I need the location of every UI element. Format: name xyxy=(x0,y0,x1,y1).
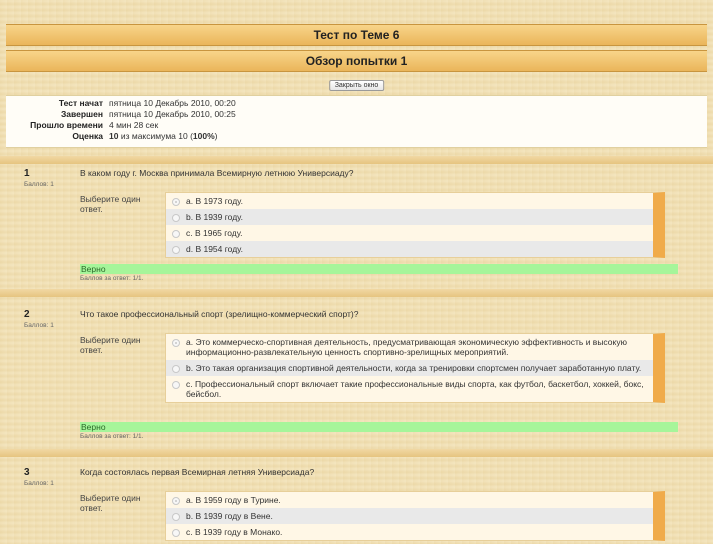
grade-tail: ) xyxy=(214,131,218,141)
answer-score: Баллов за ответ: 1/1. xyxy=(80,275,144,282)
answer-option[interactable]: a. В 1959 году в Турине. xyxy=(166,492,653,508)
answer-options: a. В 1973 году. b. В 1939 году. c. В 196… xyxy=(165,192,665,258)
answer-prompt: Выберите один ответ. xyxy=(80,335,141,355)
radio-selected-icon[interactable] xyxy=(172,497,180,505)
summary-value: пятница 10 Декабрь 2010, 00:25 xyxy=(109,109,236,119)
option-label: c. В 1965 году. xyxy=(186,228,243,238)
summary-row: Прошло времени 4 мин 28 сек xyxy=(6,120,239,131)
question-number: 3 xyxy=(24,467,30,478)
answer-prompt: Выберите один ответ. xyxy=(80,194,141,214)
question-points: Баллов: 1 xyxy=(24,480,54,487)
answer-option[interactable]: a. В 1973 году. xyxy=(166,193,653,209)
answer-options: a. В 1959 году в Турине. b. В 1939 году … xyxy=(165,491,665,541)
summary-key: Прошло времени xyxy=(30,120,103,130)
radio-icon[interactable] xyxy=(172,529,180,537)
quiz-title: Тест по Теме 6 xyxy=(313,28,400,42)
separator xyxy=(0,449,713,457)
summary-row: Тест начат пятница 10 Декабрь 2010, 00:2… xyxy=(6,98,239,109)
answer-option[interactable]: a. Это коммерческо-спортивная деятельнос… xyxy=(166,334,653,360)
question-text: Что такое профессиональный спорт (зрелищ… xyxy=(80,309,359,319)
question-number: 2 xyxy=(24,309,30,320)
grade-value: 10 из максимума 10 (100%) xyxy=(106,131,239,142)
answer-options: a. Это коммерческо-спортивная деятельнос… xyxy=(165,333,665,403)
option-label: b. Это такая организация спортивной деят… xyxy=(186,363,642,373)
answer-option[interactable]: c. Профессиональный спорт включает такие… xyxy=(166,376,653,402)
answer-option[interactable]: c. В 1965 году. xyxy=(166,225,653,241)
answer-option[interactable]: b. Это такая организация спортивной деят… xyxy=(166,360,653,376)
question-points: Баллов: 1 xyxy=(24,181,54,188)
radio-selected-icon[interactable] xyxy=(172,198,180,206)
answer-prompt: Выберите один ответ. xyxy=(80,493,141,513)
grade-percent: 100% xyxy=(192,131,215,141)
option-label: d. В 1954 году. xyxy=(186,244,243,254)
quiz-title-bar: Тест по Теме 6 xyxy=(6,24,707,46)
radio-icon[interactable] xyxy=(172,214,180,222)
separator xyxy=(0,289,713,297)
option-label: a. В 1973 году. xyxy=(186,196,243,206)
question-number: 1 xyxy=(24,168,30,179)
summary-row-grade: Оценка 10 из максимума 10 (100%) xyxy=(6,131,239,142)
option-label: b. В 1939 году. xyxy=(186,212,243,222)
summary-table: Тест начат пятница 10 Декабрь 2010, 00:2… xyxy=(6,98,239,142)
summary-key: Завершен xyxy=(60,109,103,119)
option-label: a. В 1959 году в Турине. xyxy=(186,495,281,505)
radio-icon[interactable] xyxy=(172,246,180,254)
grade-mid: из максимума 10 ( xyxy=(120,131,193,141)
answer-option[interactable]: d. В 1954 году. xyxy=(166,241,653,257)
option-label: a. Это коммерческо-спортивная деятельнос… xyxy=(186,337,627,357)
verdict-correct: Верно xyxy=(80,422,678,432)
answer-score: Баллов за ответ: 1/1. xyxy=(80,433,144,440)
question-text: Когда состоялась первая Всемирная летняя… xyxy=(80,467,315,477)
option-label: c. В 1939 году в Монако. xyxy=(186,527,283,537)
answer-option[interactable]: c. В 1939 году в Монако. xyxy=(166,524,653,540)
review-title-bar: Обзор попытки 1 xyxy=(6,50,707,72)
summary-value: 4 мин 28 сек xyxy=(109,120,159,130)
radio-icon[interactable] xyxy=(172,365,180,373)
separator xyxy=(0,156,713,164)
summary-row: Завершен пятница 10 Декабрь 2010, 00:25 xyxy=(6,109,239,120)
radio-icon[interactable] xyxy=(172,230,180,238)
answer-option[interactable]: b. В 1939 году в Вене. xyxy=(166,508,653,524)
radio-icon[interactable] xyxy=(172,513,180,521)
verdict-correct: Верно xyxy=(80,264,678,274)
option-label: b. В 1939 году в Вене. xyxy=(186,511,273,521)
summary-value: пятница 10 Декабрь 2010, 00:20 xyxy=(109,98,236,108)
summary-key: Оценка xyxy=(72,131,103,141)
attempt-summary: Тест начат пятница 10 Декабрь 2010, 00:2… xyxy=(6,95,707,148)
summary-key: Тест начат xyxy=(58,98,103,108)
radio-icon[interactable] xyxy=(172,381,180,389)
question-text: В каком году г. Москва принимала Всемирн… xyxy=(80,168,354,178)
review-title: Обзор попытки 1 xyxy=(305,54,408,68)
close-window-button[interactable]: Закрыть окно xyxy=(328,80,385,91)
radio-selected-icon[interactable] xyxy=(172,339,180,347)
question-points: Баллов: 1 xyxy=(24,322,54,329)
grade-score: 10 xyxy=(109,131,119,141)
answer-option[interactable]: b. В 1939 году. xyxy=(166,209,653,225)
option-label: c. Профессиональный спорт включает такие… xyxy=(186,379,644,399)
